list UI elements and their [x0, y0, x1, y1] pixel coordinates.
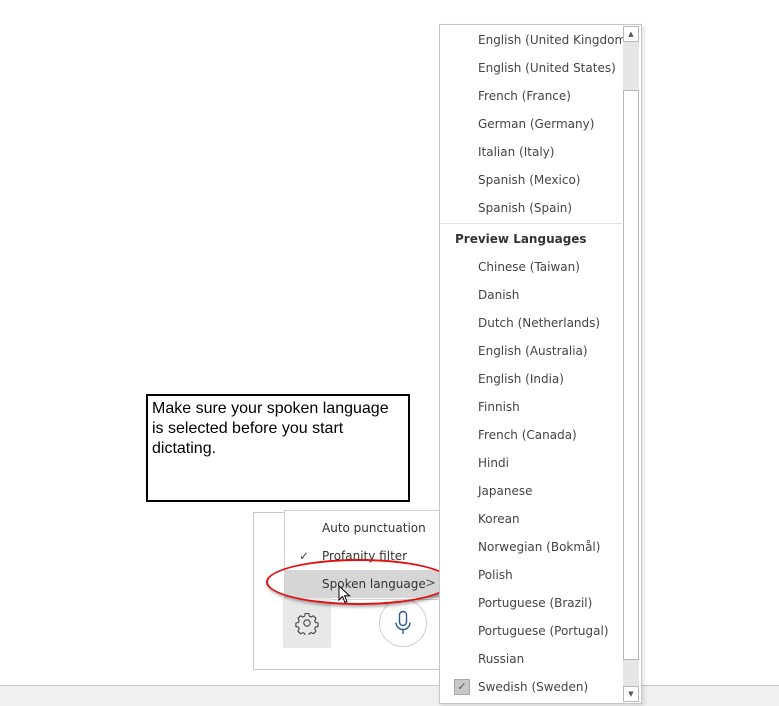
language-item[interactable]: English (United Kingdom)	[440, 26, 631, 54]
language-item[interactable]: Danish	[440, 281, 622, 309]
language-label: Hindi	[478, 456, 509, 470]
menu-item-label: Auto punctuation	[322, 521, 426, 535]
language-label: French (Canada)	[478, 428, 577, 442]
status-bar	[0, 685, 779, 706]
spoken-language-dropdown: English (United Kingdom) English (United…	[439, 24, 642, 704]
language-label: Portuguese (Brazil)	[478, 596, 593, 610]
language-item[interactable]: Spanish (Spain)	[440, 194, 622, 222]
callout-text: Make sure your spoken language is select…	[152, 400, 389, 457]
language-label: Swedish (Sweden)	[478, 680, 589, 694]
language-label: German (Germany)	[478, 117, 595, 131]
language-label: Polish	[478, 568, 513, 582]
scrollbar-thumb[interactable]	[623, 90, 639, 660]
language-label: English (United Kingdom)	[478, 33, 631, 47]
scroll-down-button[interactable]: ▼	[623, 686, 639, 702]
menu-item-spoken-language[interactable]: Spoken language >	[285, 570, 445, 598]
language-item[interactable]: Japanese	[440, 477, 622, 505]
language-label: French (France)	[478, 89, 571, 103]
language-item[interactable]: Portuguese (Brazil)	[440, 589, 622, 617]
language-label: Spanish (Mexico)	[478, 173, 581, 187]
language-label: Portuguese (Portugal)	[478, 624, 609, 638]
vertical-scrollbar[interactable]: ▲ ▼	[623, 26, 639, 702]
menu-item-label: Profanity filter	[322, 549, 408, 563]
microphone-button[interactable]	[379, 599, 427, 647]
scroll-down-arrow-icon: ▼	[628, 690, 634, 698]
language-item-selected[interactable]: ✓ Swedish (Sweden)	[440, 673, 622, 701]
language-label: Dutch (Netherlands)	[478, 316, 601, 330]
language-item[interactable]: Russian	[440, 645, 622, 673]
language-label: Russian	[478, 652, 525, 666]
language-item[interactable]: French (France)	[440, 82, 622, 110]
gear-icon	[295, 612, 319, 635]
language-item[interactable]: Dutch (Netherlands)	[440, 309, 622, 337]
scroll-up-button[interactable]: ▲	[623, 26, 639, 42]
language-item[interactable]: English (United States)	[440, 54, 622, 82]
preview-languages-header: Preview Languages	[455, 232, 587, 246]
language-item[interactable]: French (Canada)	[440, 421, 622, 449]
language-label: Korean	[478, 512, 520, 526]
menu-item-profanity-filter[interactable]: ✓ Profanity filter	[285, 542, 445, 570]
instruction-callout: Make sure your spoken language is select…	[146, 394, 410, 502]
language-item[interactable]: Portuguese (Portugal)	[440, 617, 622, 645]
language-label: English (India)	[478, 372, 564, 386]
menu-item-label: Spoken language	[322, 577, 426, 591]
language-label: English (United States)	[478, 61, 616, 75]
language-item[interactable]: English (India)	[440, 365, 622, 393]
language-item[interactable]: German (Germany)	[440, 110, 622, 138]
settings-button[interactable]	[283, 598, 331, 648]
dictate-settings-menu: Auto punctuation ✓ Profanity filter Spok…	[284, 510, 445, 600]
menu-item-auto-punctuation[interactable]: Auto punctuation	[285, 514, 445, 542]
language-item[interactable]: Italian (Italy)	[440, 138, 622, 166]
checkmark-icon: ✓	[454, 679, 470, 695]
language-item[interactable]: Spanish (Mexico)	[440, 166, 622, 194]
language-label: Japanese	[478, 484, 533, 498]
language-item[interactable]: Polish	[440, 561, 622, 589]
language-label: Finnish	[478, 400, 520, 414]
language-item[interactable]: Norwegian (Bokmål)	[440, 533, 622, 561]
chevron-right-icon: >	[425, 576, 436, 591]
section-divider	[440, 223, 622, 224]
microphone-icon	[395, 610, 411, 634]
scroll-up-arrow-icon: ▲	[628, 30, 634, 38]
language-label: Danish	[478, 288, 520, 302]
language-label: Italian (Italy)	[478, 145, 555, 159]
language-item[interactable]: Hindi	[440, 449, 622, 477]
checkmark-icon: ✓	[299, 549, 310, 563]
language-label: Spanish (Spain)	[478, 201, 573, 215]
language-item[interactable]: English (Australia)	[440, 337, 622, 365]
language-label: English (Australia)	[478, 344, 588, 358]
language-item[interactable]: Chinese (Taiwan)	[440, 253, 622, 281]
language-label: Norwegian (Bokmål)	[478, 540, 601, 554]
language-item[interactable]: Korean	[440, 505, 622, 533]
language-item[interactable]: Finnish	[440, 393, 622, 421]
language-label: Chinese (Taiwan)	[478, 260, 580, 274]
